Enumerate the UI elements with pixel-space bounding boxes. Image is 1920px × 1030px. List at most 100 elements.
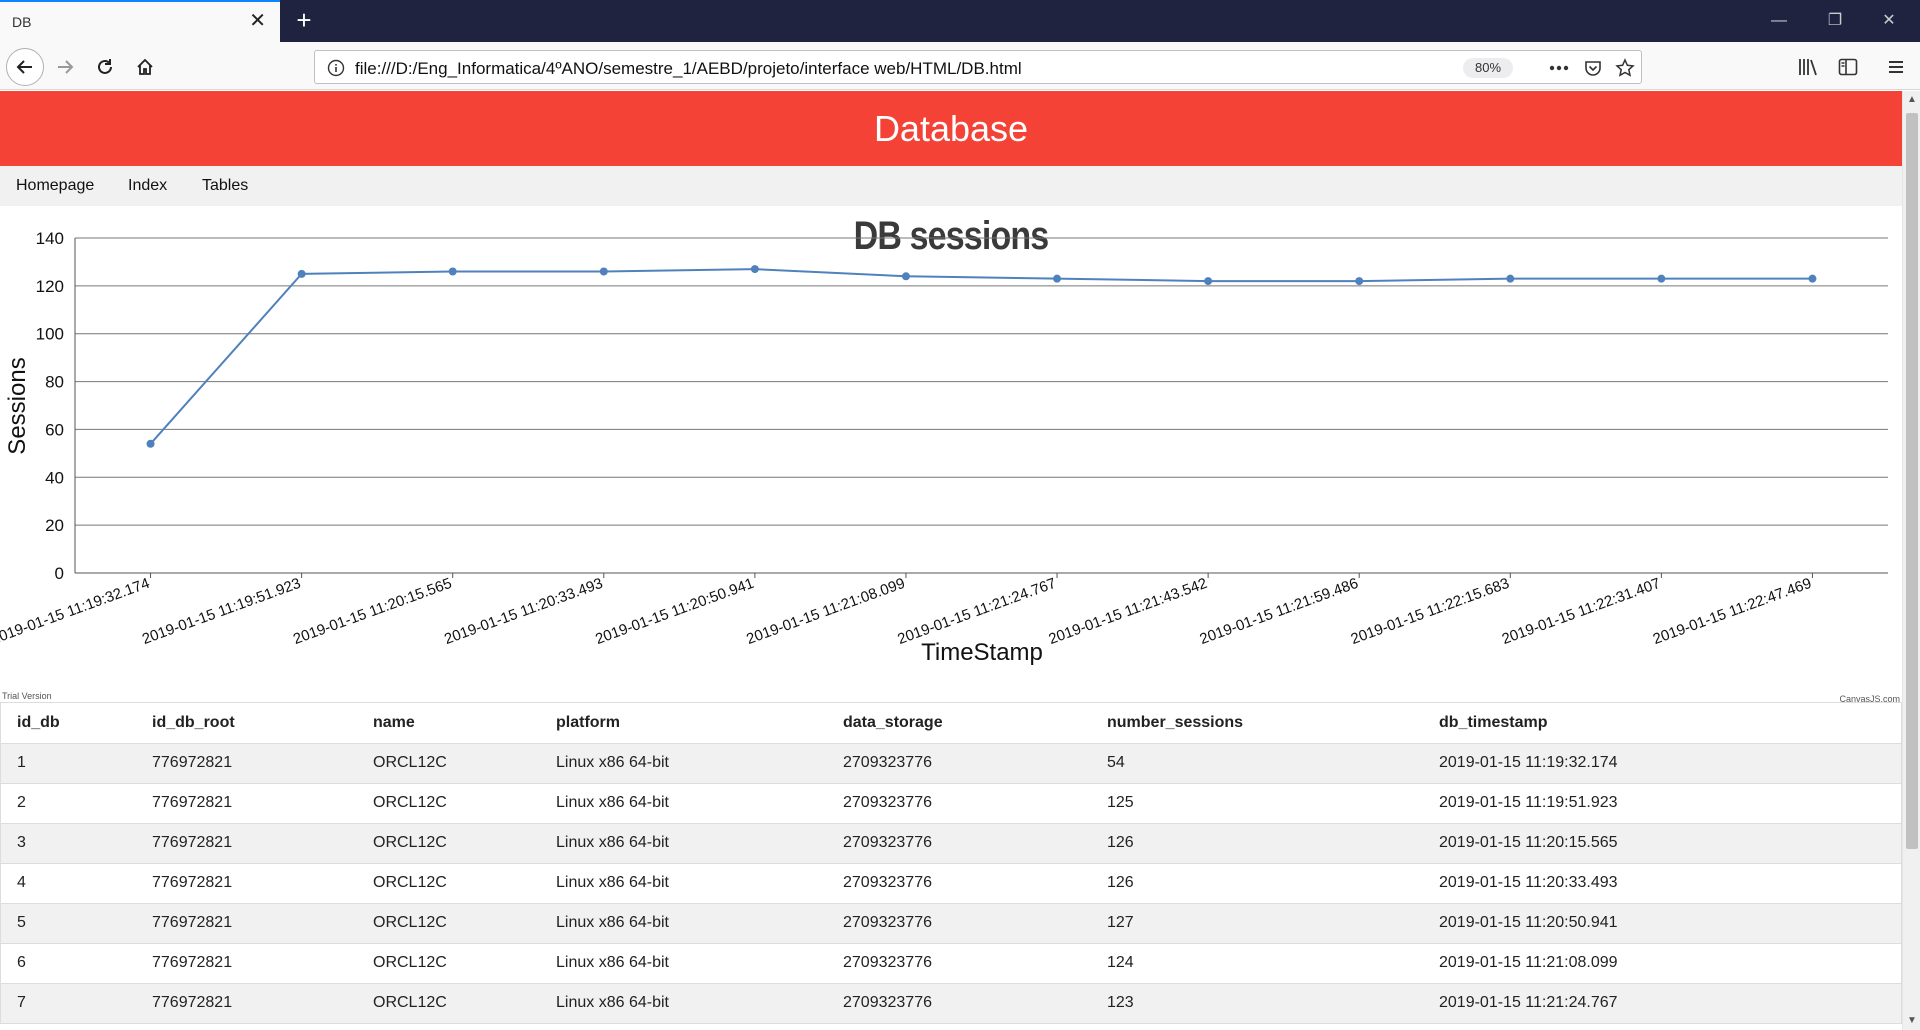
- table-row: 2 776972821 ORCL12C Linux x86 64-bit 2709323…: [1, 783, 1901, 824]
- nav-link-homepage[interactable]: Homepage: [16, 177, 94, 195]
- restore-window-icon[interactable]: ❐: [1812, 8, 1858, 34]
- tab-title: DB: [12, 14, 32, 30]
- y-axis-title: Sessions: [4, 357, 31, 454]
- table-cell: ORCL12C: [357, 943, 540, 984]
- table-cell: 54: [1091, 743, 1423, 784]
- table-cell: 2709323776: [827, 863, 1091, 904]
- table-row: 5 776972821 ORCL12C Linux x86 64-bit 2709323…: [1, 903, 1901, 944]
- scroll-down-icon[interactable]: ▼: [1903, 1012, 1920, 1030]
- reload-button[interactable]: [86, 48, 124, 86]
- table-row: 6 776972821 ORCL12C Linux x86 64-bit 2709323…: [1, 943, 1901, 984]
- table-cell: 776972821: [136, 783, 357, 824]
- table-cell: 2709323776: [827, 783, 1091, 824]
- table-cell: ORCL12C: [357, 863, 540, 904]
- x-tick-label: 2019-01-15 11:21:43.542: [1046, 575, 1209, 648]
- browser-tab[interactable]: DB ✕: [0, 0, 280, 42]
- nav-link-index[interactable]: Index: [128, 177, 167, 195]
- x-tick-label: 2019-01-15 11:20:15.565: [291, 575, 454, 648]
- zoom-level-badge[interactable]: 80%: [1463, 58, 1513, 78]
- table-cell: ORCL12C: [357, 823, 540, 864]
- scrollbar-thumb[interactable]: [1906, 113, 1918, 849]
- forward-arrow-icon: [58, 60, 74, 74]
- column-header: id_db: [1, 703, 136, 744]
- table-cell: Linux x86 64-bit: [540, 743, 827, 784]
- trial-version-label: Trial Version: [2, 691, 52, 701]
- library-icon[interactable]: [1796, 56, 1820, 78]
- table-cell: 2709323776: [827, 823, 1091, 864]
- table-cell: 2019-01-15 11:21:08.099: [1423, 943, 1901, 984]
- table-cell: 1: [1, 743, 136, 784]
- table-cell: 2019-01-15 11:20:50.941: [1423, 903, 1901, 944]
- table-cell: 2709323776: [827, 943, 1091, 984]
- table-cell: 125: [1091, 783, 1423, 824]
- table-body: 1 776972821 ORCL12C Linux x86 64-bit 2709323…: [1, 743, 1901, 1024]
- table-row: 4 776972821 ORCL12C Linux x86 64-bit 2709323…: [1, 863, 1901, 904]
- home-button[interactable]: [126, 48, 164, 86]
- x-tick-label: 2019-01-15 11:21:59.486: [1197, 575, 1360, 648]
- data-point: [297, 269, 306, 278]
- data-point: [1506, 274, 1515, 283]
- table-cell: 776972821: [136, 943, 357, 984]
- site-info-icon[interactable]: [327, 59, 345, 82]
- x-tick-label: 2019-01-15 11:22:15.683: [1349, 575, 1512, 648]
- y-tick-label: 80: [45, 373, 64, 392]
- y-tick-label: 40: [45, 468, 64, 487]
- data-point: [1808, 274, 1817, 283]
- data-point: [599, 267, 608, 276]
- table-cell: ORCL12C: [357, 983, 540, 1024]
- x-tick-label: 2019-01-15 11:22:31.407: [1500, 575, 1663, 648]
- column-header: db_timestamp: [1423, 703, 1901, 744]
- forward-button[interactable]: [46, 48, 84, 86]
- page-actions-icon[interactable]: [1547, 57, 1571, 79]
- column-header: number_sessions: [1091, 703, 1423, 744]
- data-point: [1657, 274, 1666, 283]
- data-point: [1053, 274, 1062, 283]
- data-point: [448, 267, 457, 276]
- column-header: name: [357, 703, 540, 744]
- x-tick-label: 2019-01-15 11:19:51.923: [140, 575, 303, 648]
- close-window-icon[interactable]: ✕: [1866, 8, 1912, 34]
- vertical-scrollbar[interactable]: ▲ ▼: [1902, 91, 1920, 1030]
- table-cell: Linux x86 64-bit: [540, 863, 827, 904]
- top-navigation: Homepage Index Tables: [0, 166, 1902, 206]
- table-row: 1 776972821 ORCL12C Linux x86 64-bit 2709323…: [1, 743, 1901, 784]
- table-cell: 126: [1091, 823, 1423, 864]
- sessions-chart: DB sessions 0 20 40 60 80 100 120 140 2019-01-15…: [0, 206, 1902, 704]
- pocket-icon[interactable]: [1581, 57, 1605, 79]
- scroll-up-icon[interactable]: ▲: [1903, 91, 1920, 109]
- nav-link-tables[interactable]: Tables: [202, 177, 248, 195]
- data-point: [901, 272, 910, 281]
- table-cell: 124: [1091, 943, 1423, 984]
- table-cell: ORCL12C: [357, 783, 540, 824]
- address-bar[interactable]: file:///D:/Eng_Informatica/4ºANO/semestr…: [314, 50, 1642, 84]
- data-point: [750, 265, 759, 274]
- sidebar-toggle-icon[interactable]: [1836, 56, 1860, 78]
- url-text[interactable]: file:///D:/Eng_Informatica/4ºANO/semestr…: [355, 59, 1022, 79]
- table-cell: 776972821: [136, 863, 357, 904]
- table-cell: 7: [1, 983, 136, 1024]
- table-cell: 3: [1, 823, 136, 864]
- data-point: [146, 439, 155, 448]
- y-tick-label: 140: [36, 229, 64, 248]
- x-tick-label: 2019-01-15 11:21:08.099: [744, 575, 907, 648]
- table-cell: Linux x86 64-bit: [540, 983, 827, 1024]
- minimize-window-icon[interactable]: —: [1756, 8, 1802, 34]
- new-tab-button[interactable]: +: [288, 5, 320, 37]
- navigation-toolbar: file:///D:/Eng_Informatica/4ºANO/semestr…: [0, 42, 1920, 90]
- hamburger-menu-icon[interactable]: [1884, 56, 1908, 78]
- column-header: id_db_root: [136, 703, 357, 744]
- back-button[interactable]: [6, 48, 44, 86]
- y-tick-label: 120: [36, 277, 64, 296]
- table-cell: 4: [1, 863, 136, 904]
- page-title: Database: [0, 91, 1902, 166]
- bookmark-star-icon[interactable]: [1613, 57, 1637, 79]
- x-tick-label: 2019-01-15 11:19:32.174: [0, 575, 152, 648]
- table-cell: Linux x86 64-bit: [540, 903, 827, 944]
- y-tick-label: 0: [55, 564, 64, 583]
- table-cell: 2709323776: [827, 983, 1091, 1024]
- close-tab-icon[interactable]: ✕: [249, 11, 266, 31]
- column-header: data_storage: [827, 703, 1091, 744]
- table-cell: 123: [1091, 983, 1423, 1024]
- table-cell: 2709323776: [827, 903, 1091, 944]
- table-cell: ORCL12C: [357, 903, 540, 944]
